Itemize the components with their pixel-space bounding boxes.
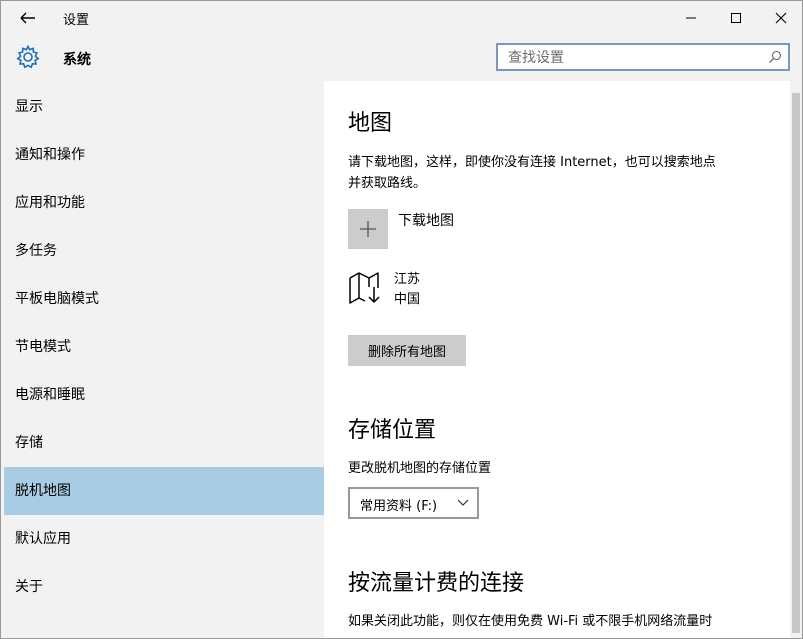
delete-all-maps-button[interactable]: 删除所有地图 <box>348 335 466 366</box>
storage-description: 更改脱机地图的存储位置 <box>348 461 492 476</box>
metered-heading: 按流量计费的连接 <box>348 571 525 596</box>
gear-icon <box>16 44 40 69</box>
downloaded-map-item[interactable]: 江苏 中国 <box>394 270 420 310</box>
maps-description-line2: 并获取路线。 <box>348 176 427 191</box>
sidebar-item-offline-maps[interactable]: 脱机地图 <box>4 467 324 515</box>
close-icon <box>775 12 787 24</box>
sidebar-item-apps[interactable]: 应用和功能 <box>4 179 324 227</box>
sidebar-item-storage[interactable]: 存储 <box>4 419 324 467</box>
sidebar-item-display[interactable]: 显示 <box>4 83 324 131</box>
sidebar-item-notifications[interactable]: 通知和操作 <box>4 131 324 179</box>
download-maps-button[interactable] <box>348 209 388 249</box>
search-input[interactable] <box>506 48 760 68</box>
title-bar: 设置 <box>1 1 802 35</box>
minimize-icon <box>686 17 696 19</box>
metered-description: 如果关闭此功能，则仅在使用免费 Wi-Fi 或不限手机网络流量时 <box>348 614 713 629</box>
maximize-icon <box>731 13 741 23</box>
settings-header: 系统 <box>1 35 802 81</box>
sidebar-item-about[interactable]: 关于 <box>4 563 324 611</box>
map-region-country: 中国 <box>394 292 421 307</box>
content-scrollbar[interactable] <box>790 81 802 638</box>
storage-location-value: 常用资料 (F:) <box>360 499 438 514</box>
chevron-down-icon <box>457 499 469 506</box>
settings-window: 设置 系统 查找设置 显示 通知和操作 应用和功能 多任务 平板电脑模式 节电模… <box>0 0 803 639</box>
download-maps-label[interactable]: 下载地图 <box>398 210 454 230</box>
map-region-name: 江苏 <box>394 272 421 287</box>
scrollbar-thumb[interactable] <box>792 93 800 633</box>
sidebar-item-multitasking[interactable]: 多任务 <box>4 227 324 275</box>
map-download-icon <box>349 272 380 304</box>
sidebar-item-battery-saver[interactable]: 节电模式 <box>4 323 324 371</box>
plus-icon <box>360 221 376 237</box>
sidebar: 显示 通知和操作 应用和功能 多任务 平板电脑模式 节电模式 电源和睡眠 存储 … <box>2 81 324 638</box>
storage-location-select[interactable]: 常用资料 (F:) <box>348 487 479 519</box>
sidebar-item-power-sleep[interactable]: 电源和睡眠 <box>4 371 324 419</box>
sidebar-item-default-apps[interactable]: 默认应用 <box>4 515 324 563</box>
maps-description-line1: 请下载地图，这样，即使你没有连接 Internet，也可以搜索地点 <box>348 155 716 170</box>
storage-heading: 存储位置 <box>348 418 437 443</box>
page-title: 系统 <box>63 52 91 68</box>
maps-description: 请下载地图，这样，即使你没有连接 Internet，也可以搜索地点 并获取路线。 <box>348 152 778 194</box>
search-icon[interactable] <box>768 50 782 64</box>
main-content: 地图 请下载地图，这样，即使你没有连接 Internet，也可以搜索地点 并获取… <box>324 81 790 638</box>
back-button[interactable] <box>13 6 41 30</box>
maximize-button[interactable] <box>716 5 756 31</box>
maps-heading: 地图 <box>348 111 393 136</box>
close-button[interactable] <box>761 5 801 31</box>
minimize-button[interactable] <box>671 5 711 31</box>
arrow-left-icon <box>20 12 35 24</box>
search-box[interactable] <box>496 43 790 71</box>
sidebar-item-tablet-mode[interactable]: 平板电脑模式 <box>4 275 324 323</box>
window-title: 设置 <box>63 13 90 28</box>
